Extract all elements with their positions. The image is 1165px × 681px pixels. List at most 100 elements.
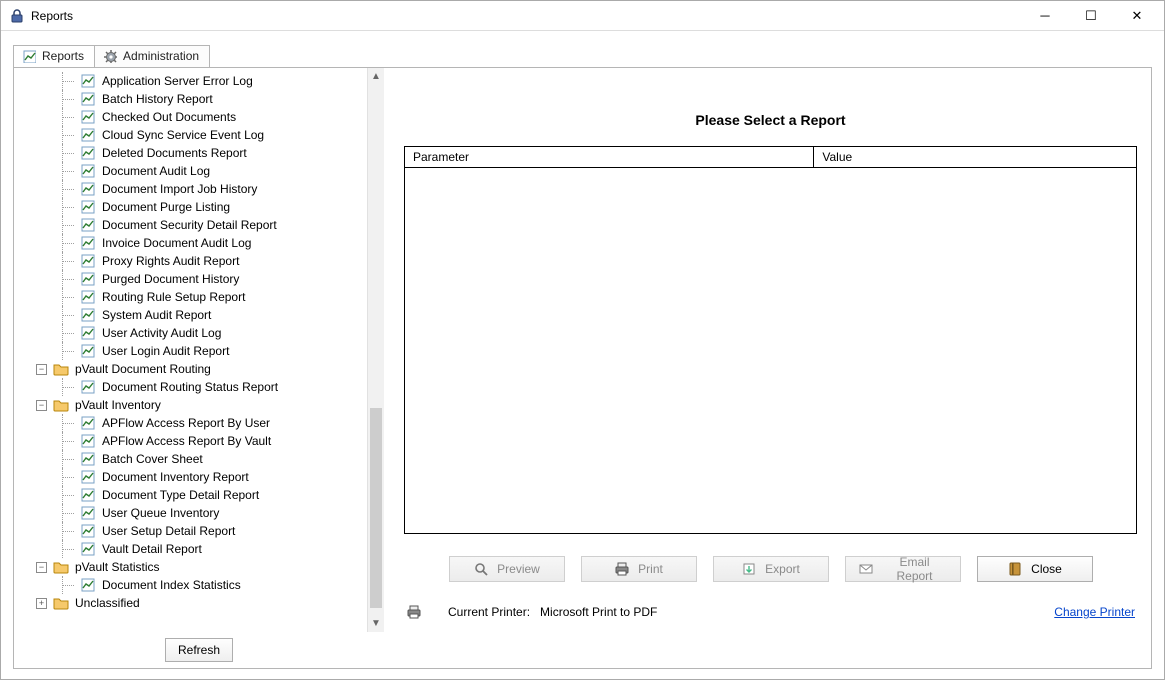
tree-item-label: pVault Document Routing: [75, 362, 211, 376]
tree-item-label: Cloud Sync Service Event Log: [102, 128, 264, 142]
tab-admin-label: Administration: [123, 49, 199, 63]
report-icon: [80, 217, 96, 233]
magnifier-icon: [473, 561, 489, 577]
tree-report-item[interactable]: Routing Rule Setup Report: [20, 288, 366, 306]
tree-report-item[interactable]: Document Security Detail Report: [20, 216, 366, 234]
tree-report-item[interactable]: Document Index Statistics: [20, 576, 366, 594]
report-icon: [80, 451, 96, 467]
collapse-toggle-icon[interactable]: −: [36, 364, 47, 375]
report-tab-icon: [22, 49, 36, 63]
tree-report-item[interactable]: Checked Out Documents: [20, 108, 366, 126]
tab-reports-label: Reports: [42, 49, 84, 63]
tree-connector: [62, 288, 74, 306]
printer-icon: [614, 561, 630, 577]
tree-connector: [62, 162, 74, 180]
tree-report-item[interactable]: Batch History Report: [20, 90, 366, 108]
tree-report-item[interactable]: User Queue Inventory: [20, 504, 366, 522]
tree-item-label: Document Purge Listing: [102, 200, 230, 214]
scroll-up-arrow[interactable]: ▲: [368, 68, 384, 85]
parameter-table: Parameter Value: [404, 146, 1137, 534]
scroll-thumb[interactable]: [370, 408, 382, 608]
tree-report-item[interactable]: Vault Detail Report: [20, 540, 366, 558]
tree-report-item[interactable]: Document Purge Listing: [20, 198, 366, 216]
current-printer-name: Microsoft Print to PDF: [540, 605, 657, 619]
tree-folder[interactable]: + Unclassified: [20, 594, 366, 612]
tree-item-label: pVault Inventory: [75, 398, 161, 412]
report-icon: [80, 163, 96, 179]
reports-tree[interactable]: Application Server Error Log Batch Histor…: [20, 72, 366, 628]
print-button[interactable]: Print: [581, 556, 697, 582]
close-label: Close: [1031, 562, 1062, 576]
tree-connector: [62, 90, 74, 108]
tree-report-item[interactable]: User Activity Audit Log: [20, 324, 366, 342]
minimize-button[interactable]: ─: [1022, 2, 1068, 30]
tree-report-item[interactable]: System Audit Report: [20, 306, 366, 324]
scroll-down-arrow[interactable]: ▼: [368, 615, 384, 632]
export-button[interactable]: Export: [713, 556, 829, 582]
maximize-button[interactable]: ☐: [1068, 2, 1114, 30]
expand-toggle-icon[interactable]: +: [36, 598, 47, 609]
refresh-button[interactable]: Refresh: [165, 638, 233, 662]
tree-item-label: APFlow Access Report By Vault: [102, 434, 271, 448]
tree-report-item[interactable]: Batch Cover Sheet: [20, 450, 366, 468]
close-window-button[interactable]: ✕: [1114, 2, 1160, 30]
preview-button[interactable]: Preview: [449, 556, 565, 582]
book-icon: [1007, 561, 1023, 577]
tree-item-label: User Queue Inventory: [102, 506, 219, 520]
tree-report-item[interactable]: Document Import Job History: [20, 180, 366, 198]
tree-report-item[interactable]: Cloud Sync Service Event Log: [20, 126, 366, 144]
tree-folder[interactable]: − pVault Document Routing: [20, 360, 366, 378]
tree-item-label: User Activity Audit Log: [102, 326, 221, 340]
tree-report-item[interactable]: Deleted Documents Report: [20, 144, 366, 162]
column-header-parameter[interactable]: Parameter: [405, 147, 814, 167]
tree-report-item[interactable]: APFlow Access Report By Vault: [20, 432, 366, 450]
tree-report-item[interactable]: Purged Document History: [20, 270, 366, 288]
report-icon: [80, 505, 96, 521]
tree-report-item[interactable]: Invoice Document Audit Log: [20, 234, 366, 252]
tree-connector: [62, 234, 74, 252]
collapse-toggle-icon[interactable]: −: [36, 400, 47, 411]
tree-report-item[interactable]: Document Inventory Report: [20, 468, 366, 486]
tab-administration[interactable]: Administration: [94, 45, 210, 67]
titlebar: Reports ─ ☐ ✕: [1, 1, 1164, 31]
tree-connector: [62, 270, 74, 288]
tree-item-label: Batch History Report: [102, 92, 213, 106]
tree-report-item[interactable]: Proxy Rights Audit Report: [20, 252, 366, 270]
tree-connector: [62, 144, 74, 162]
tree-connector: [62, 180, 74, 198]
report-icon: [80, 91, 96, 107]
close-button[interactable]: Close: [977, 556, 1093, 582]
email-report-button[interactable]: Email Report: [845, 556, 961, 582]
tree-report-item[interactable]: Document Audit Log: [20, 162, 366, 180]
tree-item-label: Proxy Rights Audit Report: [102, 254, 239, 268]
tree-connector: [62, 504, 74, 522]
report-icon: [80, 145, 96, 161]
tree-folder[interactable]: − pVault Inventory: [20, 396, 366, 414]
tree-report-item[interactable]: Document Routing Status Report: [20, 378, 366, 396]
tree-connector: [62, 72, 74, 90]
folder-icon: [53, 397, 69, 413]
collapse-toggle-icon[interactable]: −: [36, 562, 47, 573]
column-header-value[interactable]: Value: [814, 147, 1136, 167]
tree-scrollbar[interactable]: ▲ ▼: [367, 68, 384, 632]
preview-label: Preview: [497, 562, 540, 576]
tree-report-item[interactable]: Document Type Detail Report: [20, 486, 366, 504]
tree-report-item[interactable]: APFlow Access Report By User: [20, 414, 366, 432]
change-printer-link[interactable]: Change Printer: [1054, 605, 1135, 619]
tab-reports[interactable]: Reports: [13, 45, 95, 67]
report-icon: [80, 487, 96, 503]
report-icon: [80, 325, 96, 341]
tab-strip: Reports Administration: [13, 43, 1152, 67]
tree-item-label: Purged Document History: [102, 272, 239, 286]
tree-folder[interactable]: −pVault Statistics: [20, 558, 366, 576]
email-label: Email Report: [882, 555, 948, 583]
tree-connector: [62, 450, 74, 468]
mail-icon: [858, 561, 874, 577]
tree-report-item[interactable]: User Setup Detail Report: [20, 522, 366, 540]
tree-connector: [62, 198, 74, 216]
tree-item-label: Unclassified: [75, 596, 140, 610]
tree-report-item[interactable]: Application Server Error Log: [20, 72, 366, 90]
window-title: Reports: [31, 9, 1022, 23]
report-icon: [80, 379, 96, 395]
tree-report-item[interactable]: User Login Audit Report: [20, 342, 366, 360]
